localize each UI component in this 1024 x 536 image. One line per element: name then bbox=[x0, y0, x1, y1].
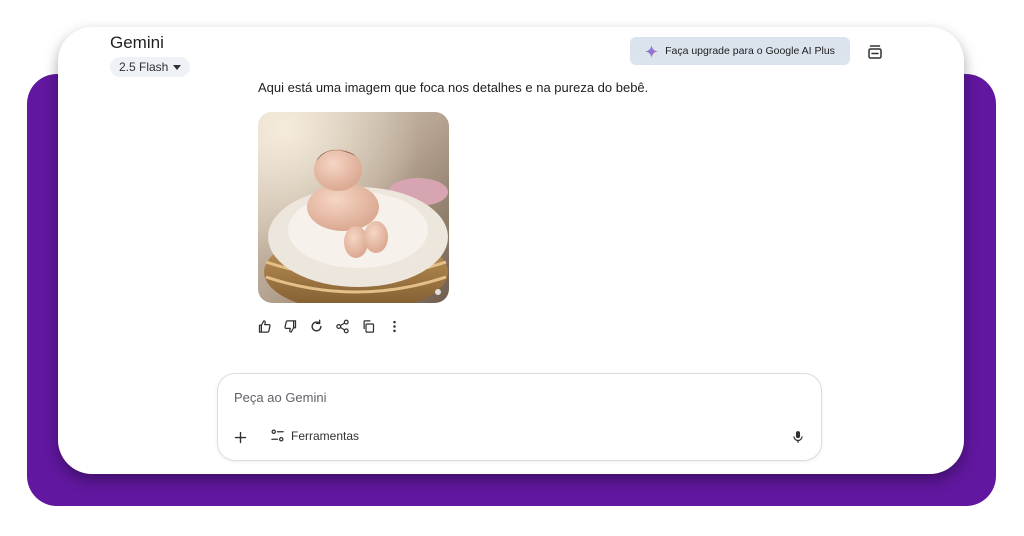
model-label: 2.5 Flash bbox=[119, 60, 169, 74]
gemini-app-window: Gemini 2.5 Flash Faça upgrade para o Goo… bbox=[58, 27, 964, 474]
more-options-button[interactable] bbox=[386, 318, 403, 335]
plus-icon bbox=[234, 431, 246, 443]
regenerate-icon bbox=[311, 319, 322, 332]
share-button[interactable] bbox=[334, 318, 351, 335]
thumbs-up-button[interactable] bbox=[256, 318, 273, 335]
gemini-sparkle-icon bbox=[645, 44, 659, 58]
add-button[interactable] bbox=[231, 428, 249, 446]
thumbs-down-icon bbox=[284, 320, 297, 333]
model-selector[interactable]: 2.5 Flash bbox=[110, 57, 191, 77]
share-icon bbox=[336, 319, 349, 334]
microphone-icon bbox=[793, 431, 803, 443]
app-title: Gemini bbox=[110, 33, 164, 52]
response-text: Aqui está uma imagem que foca nos detalh… bbox=[258, 80, 649, 95]
tools-label: Ferramentas bbox=[291, 428, 360, 443]
thumbs-up-icon bbox=[258, 320, 271, 333]
prompt-input[interactable]: Peça ao Gemini bbox=[234, 390, 327, 405]
tools-icon bbox=[271, 429, 284, 442]
more-options-icon bbox=[393, 320, 396, 333]
caret-down-icon bbox=[173, 64, 182, 70]
prompt-composer[interactable]: Peça ao Gemini Ferramentas bbox=[217, 373, 822, 461]
tools-button[interactable]: Ferramentas bbox=[270, 428, 359, 443]
upgrade-button[interactable]: Faça upgrade para o Google AI Plus bbox=[630, 37, 850, 65]
copy-icon bbox=[363, 320, 375, 333]
baby-image-illustration bbox=[258, 112, 449, 303]
response-actions bbox=[256, 318, 403, 335]
copy-button[interactable] bbox=[360, 318, 377, 335]
microphone-button[interactable] bbox=[789, 428, 807, 446]
generated-image[interactable] bbox=[258, 112, 449, 303]
screenshot-stage: Gemini 2.5 Flash Faça upgrade para o Goo… bbox=[0, 0, 1024, 536]
temporary-chat-button[interactable] bbox=[864, 41, 886, 63]
thumbs-down-button[interactable] bbox=[282, 318, 299, 335]
upgrade-label: Faça upgrade para o Google AI Plus bbox=[665, 45, 835, 57]
regenerate-button[interactable] bbox=[308, 318, 325, 335]
temporary-chat-icon bbox=[868, 45, 882, 59]
